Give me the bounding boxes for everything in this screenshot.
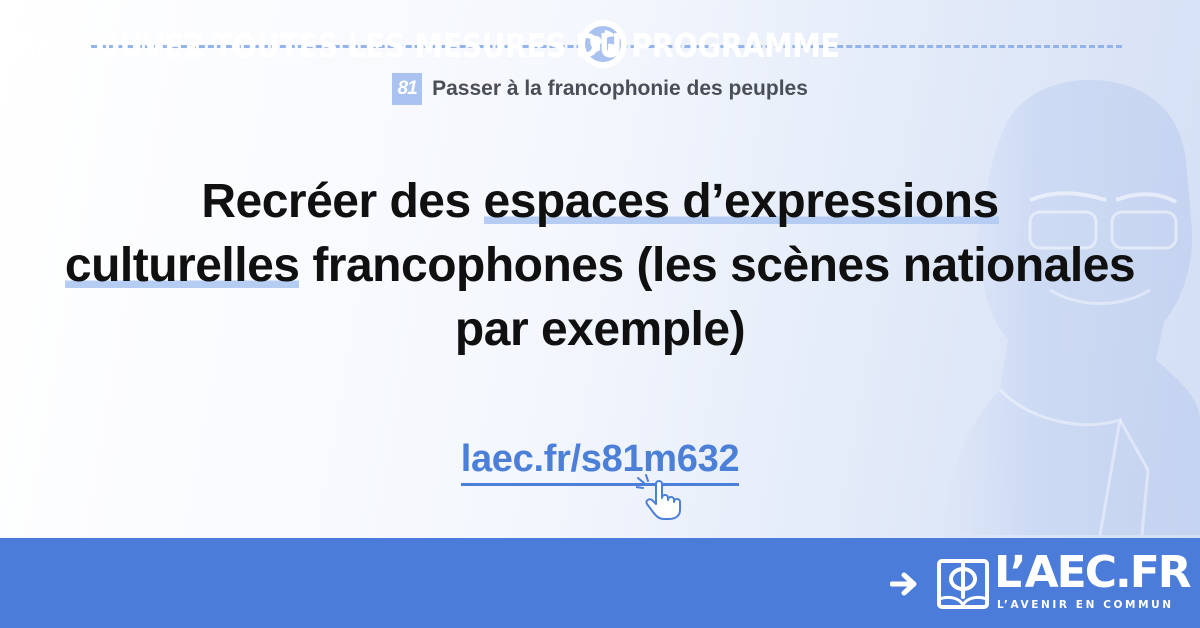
headline-text-end: francophones (les scènes nationales par … [299, 239, 1136, 356]
chapter-header: 81 Passer à la francophonie des peuples [0, 73, 1200, 105]
headline-text-start: Recréer des [201, 175, 484, 228]
pointing-hand-icon [636, 474, 681, 520]
arrow-right-icon [890, 572, 917, 596]
measure-headline: Recréer des espaces d’expressions culture… [60, 170, 1140, 362]
headline-highlight-1: espaces d’expressions [483, 175, 999, 228]
chapter-title: Passer à la francophonie des peuples [432, 77, 808, 100]
chapter-number-badge: 81 [392, 73, 423, 105]
headline-highlight-2: culturelles [64, 239, 300, 292]
brand-tagline: L’AVENIR EN COMMUN [997, 599, 1174, 611]
footer-cta-text[interactable]: RETROUVEZ TOUTES LES MESURES DU PROGRAMM… [14, 24, 840, 68]
brand-name: L’AEC.FR [994, 547, 1192, 598]
phi-book-logo [937, 559, 989, 609]
measure-link[interactable]: laec.fr/s81m632 [460, 438, 740, 486]
measure-link-container: laec.fr/s81m632 [0, 438, 1200, 486]
